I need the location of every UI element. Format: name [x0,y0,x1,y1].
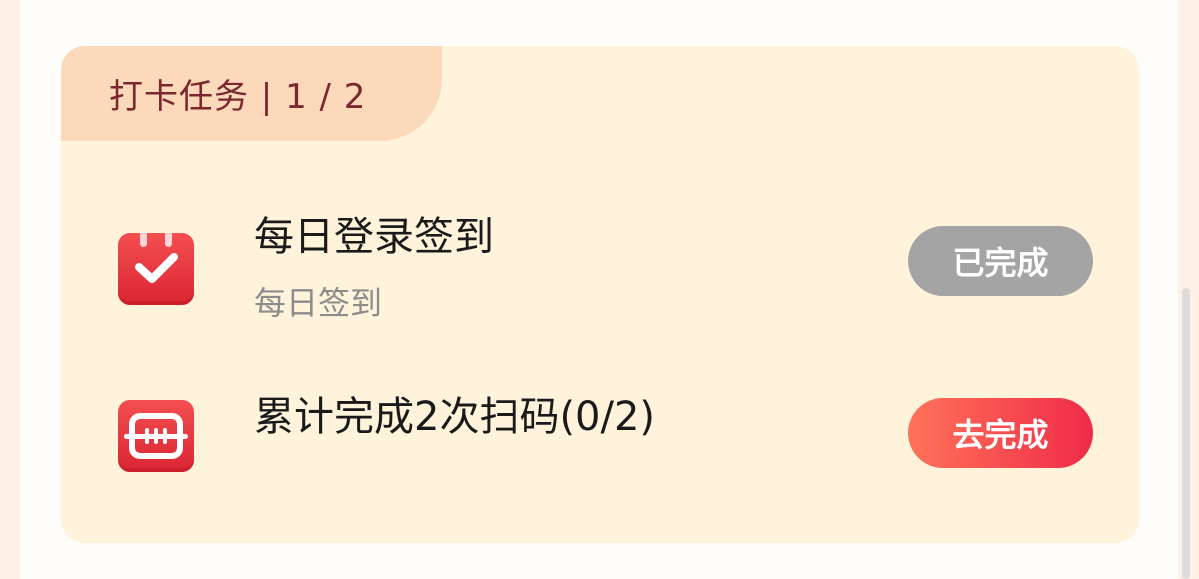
task-subtitle-daily-login: 每日签到 [254,284,383,322]
calendar-check-icon [118,233,194,305]
task-title-daily-login: 每日登录签到 [254,214,494,260]
task-header-tab: 打卡任务 | 1 / 2 [61,46,442,141]
scrollbar[interactable] [1182,288,1190,579]
go-complete-button[interactable]: 去完成 [908,398,1093,468]
completed-button[interactable]: 已完成 [908,226,1093,296]
task-header-title: 打卡任务 | 1 / 2 [109,77,367,117]
checkin-task-card: 打卡任务 | 1 / 2 每日登录签到 每日签到 已完成 累计完成2次扫码(0/… [61,46,1139,543]
scan-icon [118,400,194,472]
task-title-scan: 累计完成2次扫码(0/2) [254,394,656,440]
